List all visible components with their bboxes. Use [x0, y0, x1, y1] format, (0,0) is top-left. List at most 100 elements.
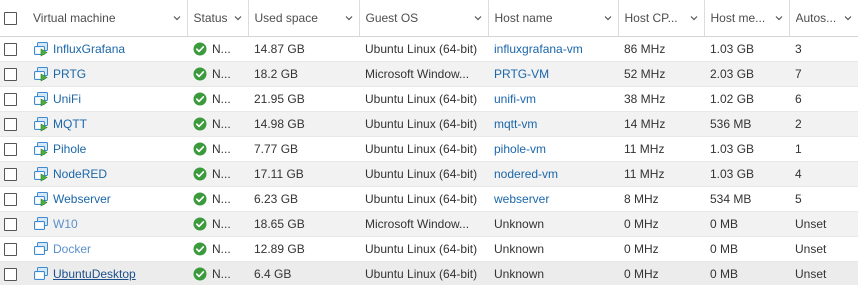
table-row[interactable]: InfluxGrafana N... 14.87 GB Ubuntu Linux (6…: [0, 36, 858, 62]
status-cell: N...: [187, 111, 248, 137]
select-all-checkbox[interactable]: [4, 11, 17, 25]
host-name-cell[interactable]: mqtt-vm: [488, 111, 618, 137]
row-select-checkbox[interactable]: [4, 42, 17, 56]
table-row[interactable]: PRTG N... 18.2 GB Microsoft Window... PRTG-V…: [0, 61, 858, 87]
host-cpu-cell: 8 MHz: [618, 186, 704, 212]
table-row[interactable]: Webserver N... 6.23 GB Ubuntu Linux (64-bit…: [0, 186, 858, 212]
table-row[interactable]: Pihole N... 7.77 GB Ubuntu Linux (64-bit) pi…: [0, 136, 858, 162]
host-name-cell[interactable]: PRTG-VM: [488, 61, 618, 87]
host-mem-cell: 534 MB: [704, 186, 789, 212]
table-row[interactable]: MQTT N... 14.98 GB Ubuntu Linux (64-bit) mqt…: [0, 111, 858, 137]
status-wrapper: N...: [193, 142, 242, 156]
used-space-cell: 17.11 GB: [248, 161, 359, 187]
chevron-down-icon[interactable]: [604, 14, 612, 22]
host-mem-cell: 1.03 GB: [704, 136, 789, 162]
table-row[interactable]: NodeRED N... 17.11 GB Ubuntu Linux (64-bit)…: [0, 161, 858, 187]
used-space-cell: 7.77 GB: [248, 136, 359, 162]
vm-name-link[interactable]: NodeRED: [53, 167, 107, 181]
check-circle-icon: [193, 217, 207, 230]
vm-name-cell: W10: [27, 211, 187, 237]
column-header-autostart[interactable]: Autos...: [789, 0, 858, 37]
table-row[interactable]: UniFi N... 21.95 GB Ubuntu Linux (64-bit) un…: [0, 86, 858, 112]
column-header-status[interactable]: Status: [187, 0, 249, 37]
column-header-host-cpu[interactable]: Host CP...: [618, 0, 705, 37]
host-mem-cell: 2.03 GB: [704, 61, 789, 87]
column-header-guest-os[interactable]: Guest OS: [359, 0, 489, 37]
status-wrapper: N...: [193, 92, 242, 106]
used-space-cell: 14.98 GB: [248, 111, 359, 137]
row-select-checkbox[interactable]: [4, 267, 17, 281]
host-name-cell[interactable]: influxgrafana-vm: [488, 36, 618, 62]
status-text: N...: [212, 116, 231, 131]
column-header-vm[interactable]: Virtual machine: [27, 0, 188, 37]
row-select-checkbox[interactable]: [4, 92, 17, 106]
vm-name-cell: MQTT: [27, 111, 187, 137]
status-wrapper: N...: [193, 242, 242, 256]
guest-os-cell: Ubuntu Linux (64-bit): [359, 111, 488, 137]
host-name-cell[interactable]: nodered-vm: [488, 161, 618, 187]
row-select-checkbox[interactable]: [4, 167, 17, 181]
chevron-down-icon[interactable]: [474, 14, 482, 22]
vm-name-wrapper: UniFi: [33, 91, 181, 107]
status-cell: N...: [187, 86, 248, 112]
chevron-down-icon[interactable]: [775, 14, 783, 22]
host-mem-cell: 0 MB: [704, 261, 789, 285]
vm-name-link[interactable]: Pihole: [53, 142, 86, 156]
chevron-down-icon[interactable]: [234, 14, 242, 22]
table-row[interactable]: UbuntuDesktop N... 6.4 GB Ubuntu Linux (64-…: [0, 261, 858, 285]
guest-os-cell: Ubuntu Linux (64-bit): [359, 161, 488, 187]
vm-name-link[interactable]: UbuntuDesktop: [53, 267, 136, 281]
column-header-label: Host CP...: [624, 10, 678, 25]
status-text: N...: [212, 66, 231, 81]
row-select-cell: [0, 261, 27, 285]
column-header-host-mem[interactable]: Host me...: [704, 0, 790, 37]
column-header-host-name[interactable]: Host name: [488, 0, 619, 37]
table-row[interactable]: W10 N... 18.65 GB Microsoft Window... Unknow…: [0, 211, 858, 237]
vm-name-link[interactable]: PRTG: [53, 67, 86, 81]
guest-os-cell: Ubuntu Linux (64-bit): [359, 86, 488, 112]
row-select-cell: [0, 211, 27, 237]
vm-table: Virtual machine Status Used space Guest …: [0, 0, 858, 285]
column-header-label: Host name: [494, 10, 553, 25]
chevron-down-icon[interactable]: [173, 14, 181, 22]
vm-name-wrapper: Docker: [33, 241, 181, 257]
vm-name-link[interactable]: UniFi: [53, 92, 81, 106]
chevron-down-icon[interactable]: [345, 14, 353, 22]
vm-name-link[interactable]: Docker: [53, 242, 91, 256]
status-wrapper: N...: [193, 192, 242, 206]
guest-os-cell: Ubuntu Linux (64-bit): [359, 36, 488, 62]
host-cpu-cell: 11 MHz: [618, 136, 704, 162]
host-name-cell[interactable]: webserver: [488, 186, 618, 212]
vm-name-wrapper: W10: [33, 216, 181, 232]
table-row[interactable]: Docker N... 12.89 GB Ubuntu Linux (64-bit) U…: [0, 236, 858, 262]
host-cpu-cell: 86 MHz: [618, 36, 704, 62]
check-circle-icon: [193, 192, 207, 205]
vm-name-link[interactable]: InfluxGrafana: [53, 42, 125, 56]
chevron-down-icon[interactable]: [844, 14, 852, 22]
status-text: N...: [212, 166, 231, 181]
host-name-cell: Unknown: [488, 236, 618, 262]
vm-powered-on-icon: [34, 166, 48, 182]
column-header-label: Guest OS: [365, 10, 419, 25]
vm-name-link[interactable]: W10: [53, 217, 78, 231]
row-select-checkbox[interactable]: [4, 67, 17, 81]
row-select-checkbox[interactable]: [4, 242, 17, 256]
guest-os-cell: Ubuntu Linux (64-bit): [359, 261, 488, 285]
vm-name-wrapper: PRTG: [33, 66, 181, 82]
host-cpu-cell: 0 MHz: [618, 211, 704, 237]
chevron-down-icon[interactable]: [690, 14, 698, 22]
column-header-label: Used space: [254, 10, 318, 25]
host-name-cell[interactable]: pihole-vm: [488, 136, 618, 162]
column-header-label: Autos...: [795, 10, 837, 25]
status-text: N...: [212, 141, 231, 156]
row-select-checkbox[interactable]: [4, 217, 17, 231]
vm-name-link[interactable]: Webserver: [53, 192, 111, 206]
vm-name-wrapper: NodeRED: [33, 166, 181, 182]
row-select-checkbox[interactable]: [4, 117, 17, 131]
row-select-checkbox[interactable]: [4, 192, 17, 206]
vm-name-link[interactable]: MQTT: [53, 117, 87, 131]
status-text: N...: [212, 91, 231, 106]
row-select-checkbox[interactable]: [4, 142, 17, 156]
host-name-cell[interactable]: unifi-vm: [488, 86, 618, 112]
column-header-used-space[interactable]: Used space: [248, 0, 360, 37]
